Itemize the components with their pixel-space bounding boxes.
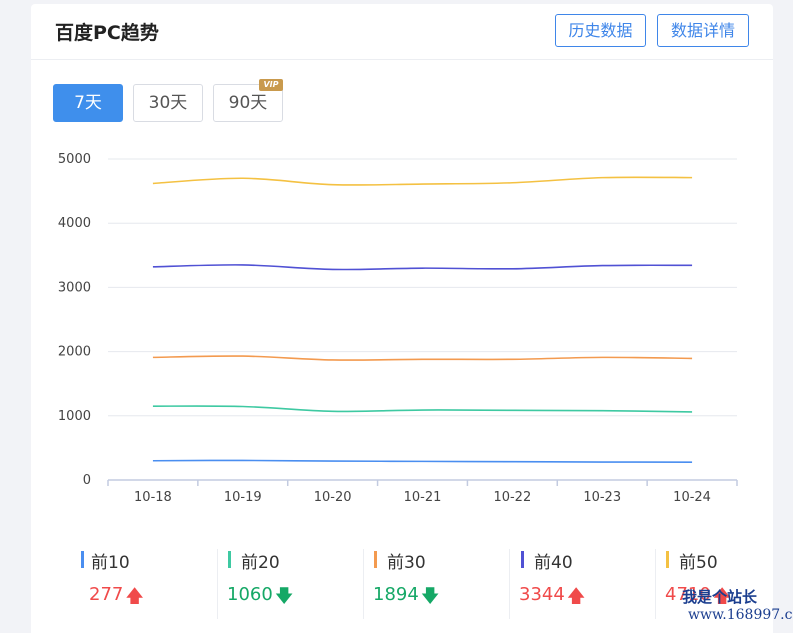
legend-label: 前30 xyxy=(387,553,426,573)
x-tick-label: 10-20 xyxy=(314,490,352,505)
legend-value: 277 🡅 xyxy=(89,584,144,614)
legend-color-bar xyxy=(521,551,524,568)
legend-label: 前40 xyxy=(534,553,573,573)
legend-label: 前10 xyxy=(91,553,130,573)
y-tick-label: 1000 xyxy=(58,409,91,424)
legend-summary: 前10 277 🡅 前20 1060 🡇 前30 1894 🡇 前40 3344 🡅 前… xyxy=(71,545,771,620)
baidu-pc-trend-card: 百度PC趋势 历史数据 数据详情 7天 30天 90天 VIP 0 1000 200… xyxy=(31,4,773,633)
divider xyxy=(509,549,510,619)
x-tick-label: 10-24 xyxy=(673,490,711,505)
series-line xyxy=(152,355,693,361)
watermark-url: www.168997.com xyxy=(688,607,793,623)
divider xyxy=(217,549,218,619)
x-tick-label: 10-21 xyxy=(404,490,442,505)
legend-color-bar xyxy=(374,551,377,568)
series-line xyxy=(152,405,693,413)
trend-line-chart: 0 1000 2000 3000 4000 5000 10-18 10-19 10-20 10-2… xyxy=(58,152,738,505)
series-line xyxy=(152,459,693,464)
x-tick-label: 10-22 xyxy=(493,490,531,505)
legend-item-top30: 前30 1894 🡇 xyxy=(363,545,509,620)
y-tick-label: 4000 xyxy=(58,216,91,231)
arrow-up-icon: 🡅 xyxy=(566,586,586,607)
series-line xyxy=(152,264,693,271)
legend-value: 1060 🡇 xyxy=(227,584,293,614)
series-line xyxy=(152,176,693,186)
divider xyxy=(363,549,364,619)
y-tick-label: 0 xyxy=(83,473,91,488)
arrow-down-icon: 🡇 xyxy=(420,586,440,607)
legend-color-bar xyxy=(228,551,231,568)
legend-value: 3344 🡅 xyxy=(519,584,585,614)
legend-item-top10: 前10 277 🡅 xyxy=(71,545,217,620)
legend-item-top40: 前40 3344 🡅 xyxy=(509,545,655,620)
legend-label: 前20 xyxy=(241,553,280,573)
arrow-up-icon: 🡅 xyxy=(125,586,144,607)
legend-value: 1894 🡇 xyxy=(373,584,439,614)
arrow-down-icon: 🡇 xyxy=(274,586,294,607)
y-tick-label: 5000 xyxy=(58,152,91,167)
y-tick-label: 3000 xyxy=(58,280,91,295)
x-tick-label: 10-19 xyxy=(224,490,262,505)
legend-color-bar xyxy=(666,551,669,568)
legend-item-top20: 前20 1060 🡇 xyxy=(217,545,363,620)
y-tick-label: 2000 xyxy=(58,345,91,360)
x-tick-label: 10-18 xyxy=(134,490,172,505)
legend-label: 前50 xyxy=(679,553,718,573)
divider xyxy=(655,549,656,619)
x-tick-label: 10-23 xyxy=(583,490,621,505)
legend-color-bar xyxy=(81,551,84,568)
watermark-text: 我是个站长 xyxy=(682,588,758,606)
